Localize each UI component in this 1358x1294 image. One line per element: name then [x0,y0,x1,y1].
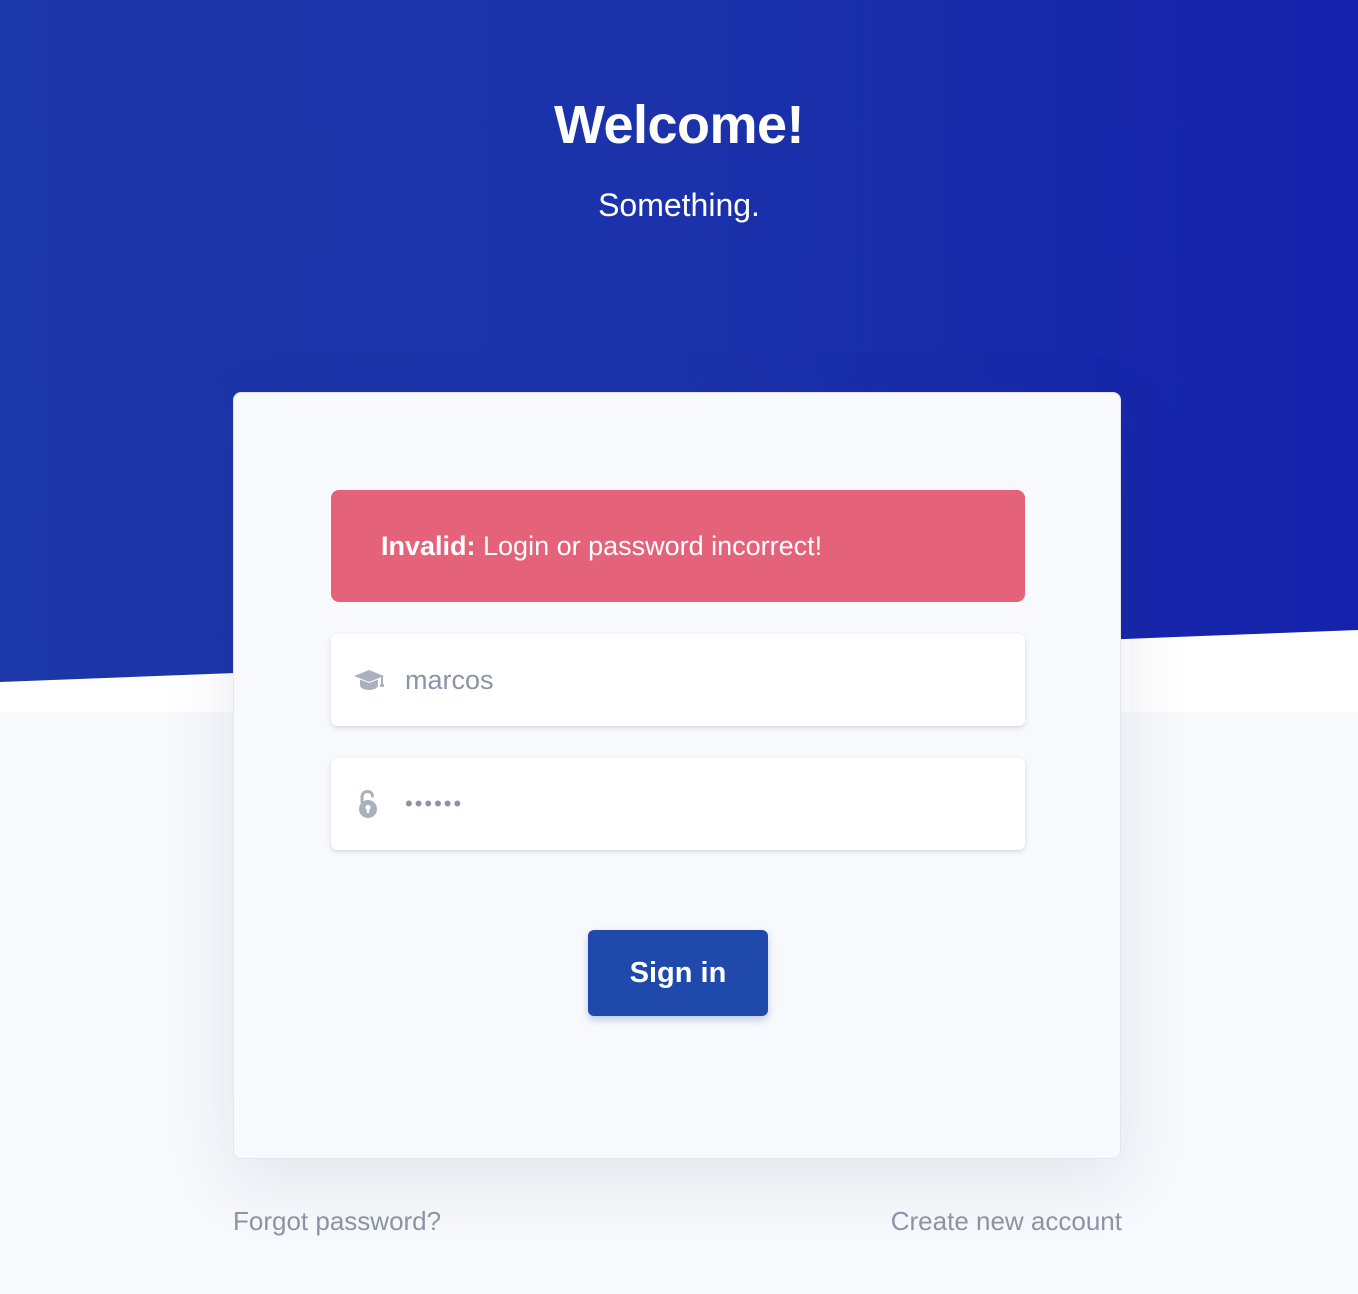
login-card: Invalid: Login or password incorrect! ma… [233,392,1121,1159]
username-input[interactable] [405,634,1005,726]
error-alert: Invalid: Login or password incorrect! [331,490,1025,602]
password-field-group [331,758,1025,850]
alert-message: Login or password incorrect! [475,531,823,561]
page-subtitle: Something. [598,187,760,223]
login-page: Welcome! Something. Invalid: Login or pa… [0,0,1358,1294]
create-account-link[interactable]: Create new account [891,1204,1122,1238]
alert-label: Invalid: [381,531,476,561]
graduation-cap-icon [353,664,385,696]
page-title: Welcome! [553,95,805,155]
sign-in-button[interactable]: Sign in [588,930,768,1016]
unlock-icon [353,788,385,820]
username-field-group [331,634,1025,726]
password-input[interactable] [405,758,1005,850]
forgot-password-link[interactable]: Forgot password? [233,1204,441,1238]
